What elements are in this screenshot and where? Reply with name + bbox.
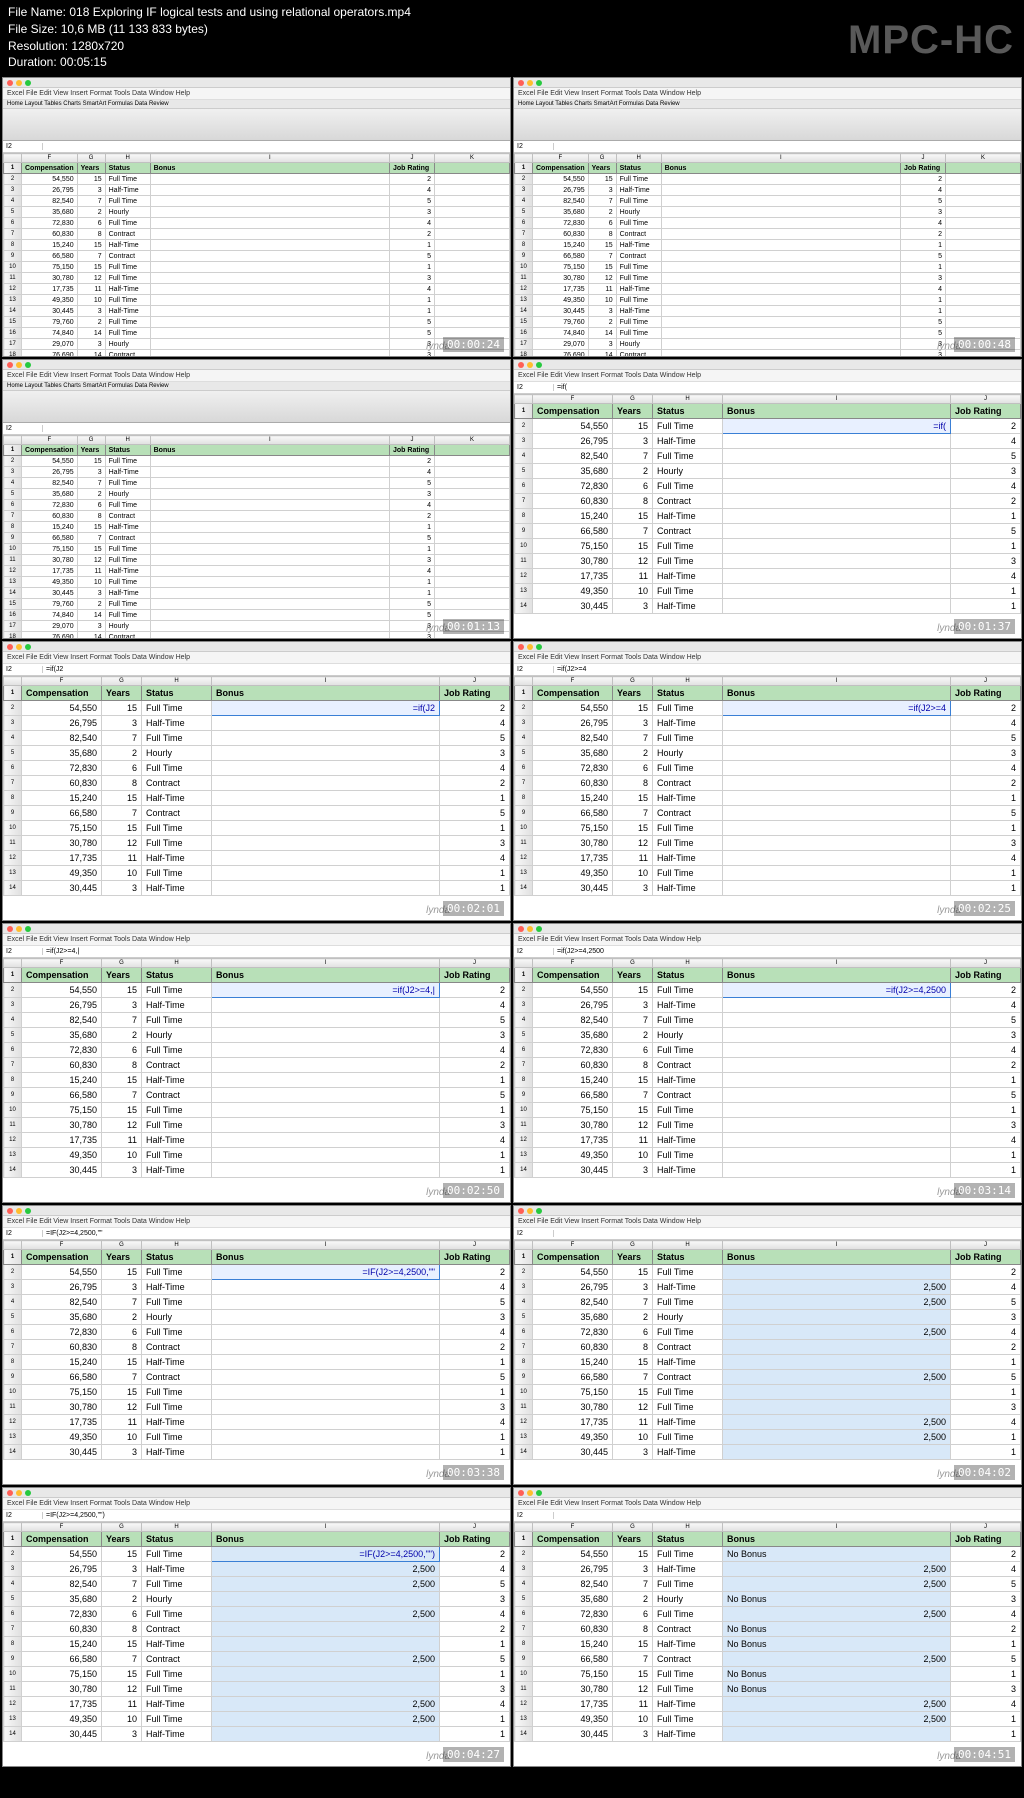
video-thumbnail[interactable]: Excel File Edit View Insert Format Tools… <box>513 1205 1022 1485</box>
app-watermark: MPC-HC <box>848 18 1014 63</box>
window-titlebar <box>3 1488 510 1498</box>
spreadsheet[interactable]: FGHIJK1CompensationYearsStatusBonusJob R… <box>3 153 510 357</box>
formula-bar[interactable]: I2=if( <box>514 382 1021 394</box>
formula-bar[interactable]: I2 <box>514 141 1021 153</box>
timestamp: 00:01:37 <box>954 619 1015 634</box>
spreadsheet[interactable]: FGHIJ1CompensationYearsStatusBonusJob Ra… <box>514 676 1021 896</box>
timestamp: 00:04:51 <box>954 1747 1015 1762</box>
video-thumbnail[interactable]: Excel File Edit View Insert Format Tools… <box>513 1487 1022 1767</box>
ribbon-tabs[interactable]: Home Layout Tables Charts SmartArt Formu… <box>514 100 1021 109</box>
video-thumbnail[interactable]: Excel File Edit View Insert Format Tools… <box>513 359 1022 639</box>
formula-bar[interactable]: I2 <box>514 1228 1021 1240</box>
video-thumbnail[interactable]: Excel File Edit View Insert Format Tools… <box>2 1205 511 1485</box>
spreadsheet[interactable]: FGHIJK1CompensationYearsStatusBonusJob R… <box>514 153 1021 357</box>
formula-bar[interactable]: I2 <box>514 1510 1021 1522</box>
timestamp: 00:00:48 <box>954 337 1015 352</box>
window-titlebar <box>514 1206 1021 1216</box>
spreadsheet[interactable]: FGHIJ1CompensationYearsStatusBonusJob Ra… <box>3 958 510 1178</box>
timestamp: 00:01:13 <box>443 619 504 634</box>
app-menubar[interactable]: Excel File Edit View Insert Format Tools… <box>514 934 1021 946</box>
timestamp: 00:00:24 <box>443 337 504 352</box>
window-titlebar <box>514 78 1021 88</box>
window-titlebar <box>514 924 1021 934</box>
spreadsheet[interactable]: FGHIJK1CompensationYearsStatusBonusJob R… <box>3 435 510 639</box>
video-thumbnail[interactable]: Excel File Edit View Insert Format Tools… <box>2 1487 511 1767</box>
timestamp: 00:04:27 <box>443 1747 504 1762</box>
app-menubar[interactable]: Excel File Edit View Insert Format Tools… <box>3 1498 510 1510</box>
spreadsheet[interactable]: FGHIJ1CompensationYearsStatusBonusJob Ra… <box>3 1240 510 1460</box>
video-thumbnail[interactable]: Excel File Edit View Insert Format Tools… <box>2 77 511 357</box>
timestamp: 00:04:02 <box>954 1465 1015 1480</box>
app-menubar[interactable]: Excel File Edit View Insert Format Tools… <box>3 1216 510 1228</box>
window-titlebar <box>3 924 510 934</box>
timestamp: 00:02:25 <box>954 901 1015 916</box>
spreadsheet[interactable]: FGHIJ1CompensationYearsStatusBonusJob Ra… <box>514 394 1021 614</box>
timestamp: 00:03:14 <box>954 1183 1015 1198</box>
app-menubar[interactable]: Excel File Edit View Insert Format Tools… <box>514 370 1021 382</box>
formula-bar[interactable]: I2=if(J2>=4 <box>514 664 1021 676</box>
app-menubar[interactable]: Excel File Edit View Insert Format Tools… <box>3 652 510 664</box>
app-menubar[interactable]: Excel File Edit View Insert Format Tools… <box>514 88 1021 100</box>
spreadsheet[interactable]: FGHIJ1CompensationYearsStatusBonusJob Ra… <box>3 1522 510 1742</box>
video-thumbnail[interactable]: Excel File Edit View Insert Format Tools… <box>513 923 1022 1203</box>
formula-bar[interactable]: I2 <box>3 141 510 153</box>
window-titlebar <box>3 78 510 88</box>
window-titlebar <box>514 642 1021 652</box>
window-titlebar <box>3 642 510 652</box>
app-menubar[interactable]: Excel File Edit View Insert Format Tools… <box>514 1498 1021 1510</box>
ribbon[interactable] <box>3 109 510 141</box>
thumbnail-grid: Excel File Edit View Insert Format Tools… <box>0 75 1024 1769</box>
app-menubar[interactable]: Excel File Edit View Insert Format Tools… <box>514 652 1021 664</box>
app-menubar[interactable]: Excel File Edit View Insert Format Tools… <box>3 934 510 946</box>
formula-bar[interactable]: I2=if(J2>=4,| <box>3 946 510 958</box>
window-titlebar <box>514 360 1021 370</box>
video-thumbnail[interactable]: Excel File Edit View Insert Format Tools… <box>513 77 1022 357</box>
spreadsheet[interactable]: FGHIJ1CompensationYearsStatusBonusJob Ra… <box>514 958 1021 1178</box>
window-titlebar <box>3 360 510 370</box>
formula-bar[interactable]: I2=if(J2>=4,2500 <box>514 946 1021 958</box>
ribbon[interactable] <box>3 391 510 423</box>
video-thumbnail[interactable]: Excel File Edit View Insert Format Tools… <box>2 923 511 1203</box>
timestamp: 00:02:50 <box>443 1183 504 1198</box>
window-titlebar <box>3 1206 510 1216</box>
video-thumbnail[interactable]: Excel File Edit View Insert Format Tools… <box>513 641 1022 921</box>
formula-bar[interactable]: I2 <box>3 423 510 435</box>
ribbon-tabs[interactable]: Home Layout Tables Charts SmartArt Formu… <box>3 100 510 109</box>
formula-bar[interactable]: I2=if(J2 <box>3 664 510 676</box>
app-menubar[interactable]: Excel File Edit View Insert Format Tools… <box>514 1216 1021 1228</box>
window-titlebar <box>514 1488 1021 1498</box>
formula-bar[interactable]: I2=IF(J2>=4,2500,"") <box>3 1510 510 1522</box>
formula-bar[interactable]: I2=IF(J2>=4,2500,"" <box>3 1228 510 1240</box>
app-menubar[interactable]: Excel File Edit View Insert Format Tools… <box>3 88 510 100</box>
video-thumbnail[interactable]: Excel File Edit View Insert Format Tools… <box>2 359 511 639</box>
spreadsheet[interactable]: FGHIJ1CompensationYearsStatusBonusJob Ra… <box>3 676 510 896</box>
spreadsheet[interactable]: FGHIJ1CompensationYearsStatusBonusJob Ra… <box>514 1240 1021 1460</box>
ribbon-tabs[interactable]: Home Layout Tables Charts SmartArt Formu… <box>3 382 510 391</box>
timestamp: 00:02:01 <box>443 901 504 916</box>
app-menubar[interactable]: Excel File Edit View Insert Format Tools… <box>3 370 510 382</box>
ribbon[interactable] <box>514 109 1021 141</box>
timestamp: 00:03:38 <box>443 1465 504 1480</box>
spreadsheet[interactable]: FGHIJ1CompensationYearsStatusBonusJob Ra… <box>514 1522 1021 1742</box>
video-thumbnail[interactable]: Excel File Edit View Insert Format Tools… <box>2 641 511 921</box>
